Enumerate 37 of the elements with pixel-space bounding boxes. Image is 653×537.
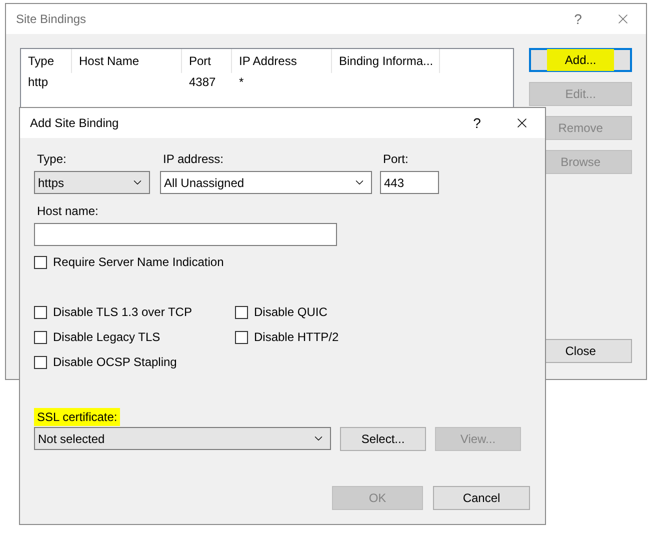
port-field[interactable]: 443 (380, 171, 439, 194)
window-title: Site Bindings (16, 12, 88, 26)
checkbox-label: Disable OCSP Stapling (53, 355, 177, 369)
help-button[interactable]: ? (455, 115, 499, 131)
checkbox[interactable] (235, 330, 248, 344)
host-name-field[interactable] (34, 223, 337, 246)
dialog-button[interactable]: Cancel (433, 486, 530, 510)
checkbox[interactable] (235, 306, 248, 318)
column-header[interactable]: Type (21, 49, 72, 73)
column-header[interactable]: Binding Informa... (332, 49, 440, 73)
column-header[interactable]: Host Name (72, 49, 182, 73)
field-label: Host name: (36, 203, 100, 220)
dialog-button[interactable]: Add... (529, 48, 632, 72)
checkbox-label: Disable TLS 1.3 over TCP (53, 305, 192, 319)
checkbox[interactable] (34, 330, 47, 344)
column-header[interactable]: Port (182, 49, 232, 73)
field-label: Type: (36, 151, 68, 168)
table-cell-text: 4387 (188, 75, 217, 89)
table-cell-text: http (27, 75, 50, 89)
ssl-certificate-dropdown[interactable]: Not selected (34, 427, 331, 450)
field-label: IP address: (162, 151, 224, 168)
table-cell-text: * (238, 75, 245, 89)
ip-address-dropdown[interactable]: All Unassigned (160, 171, 372, 194)
checkbox-label: Require Server Name Indication (53, 255, 224, 269)
help-button[interactable]: ? (556, 11, 600, 27)
field-label: SSL certificate: (34, 408, 120, 426)
checkbox[interactable] (34, 356, 47, 368)
column-header[interactable]: IP Address (232, 49, 332, 73)
checkbox[interactable] (34, 256, 47, 268)
checkbox-label: Disable Legacy TLS (53, 330, 160, 344)
type-dropdown[interactable]: https (34, 171, 150, 194)
checkbox[interactable] (34, 306, 47, 318)
field-label: Port: (382, 151, 410, 168)
checkbox-label: Disable QUIC (254, 305, 328, 319)
checkbox-label: Disable HTTP/2 (254, 330, 339, 344)
dialog-title: Add Site Binding (30, 116, 120, 130)
dialog-button[interactable]: Select... (340, 427, 426, 451)
